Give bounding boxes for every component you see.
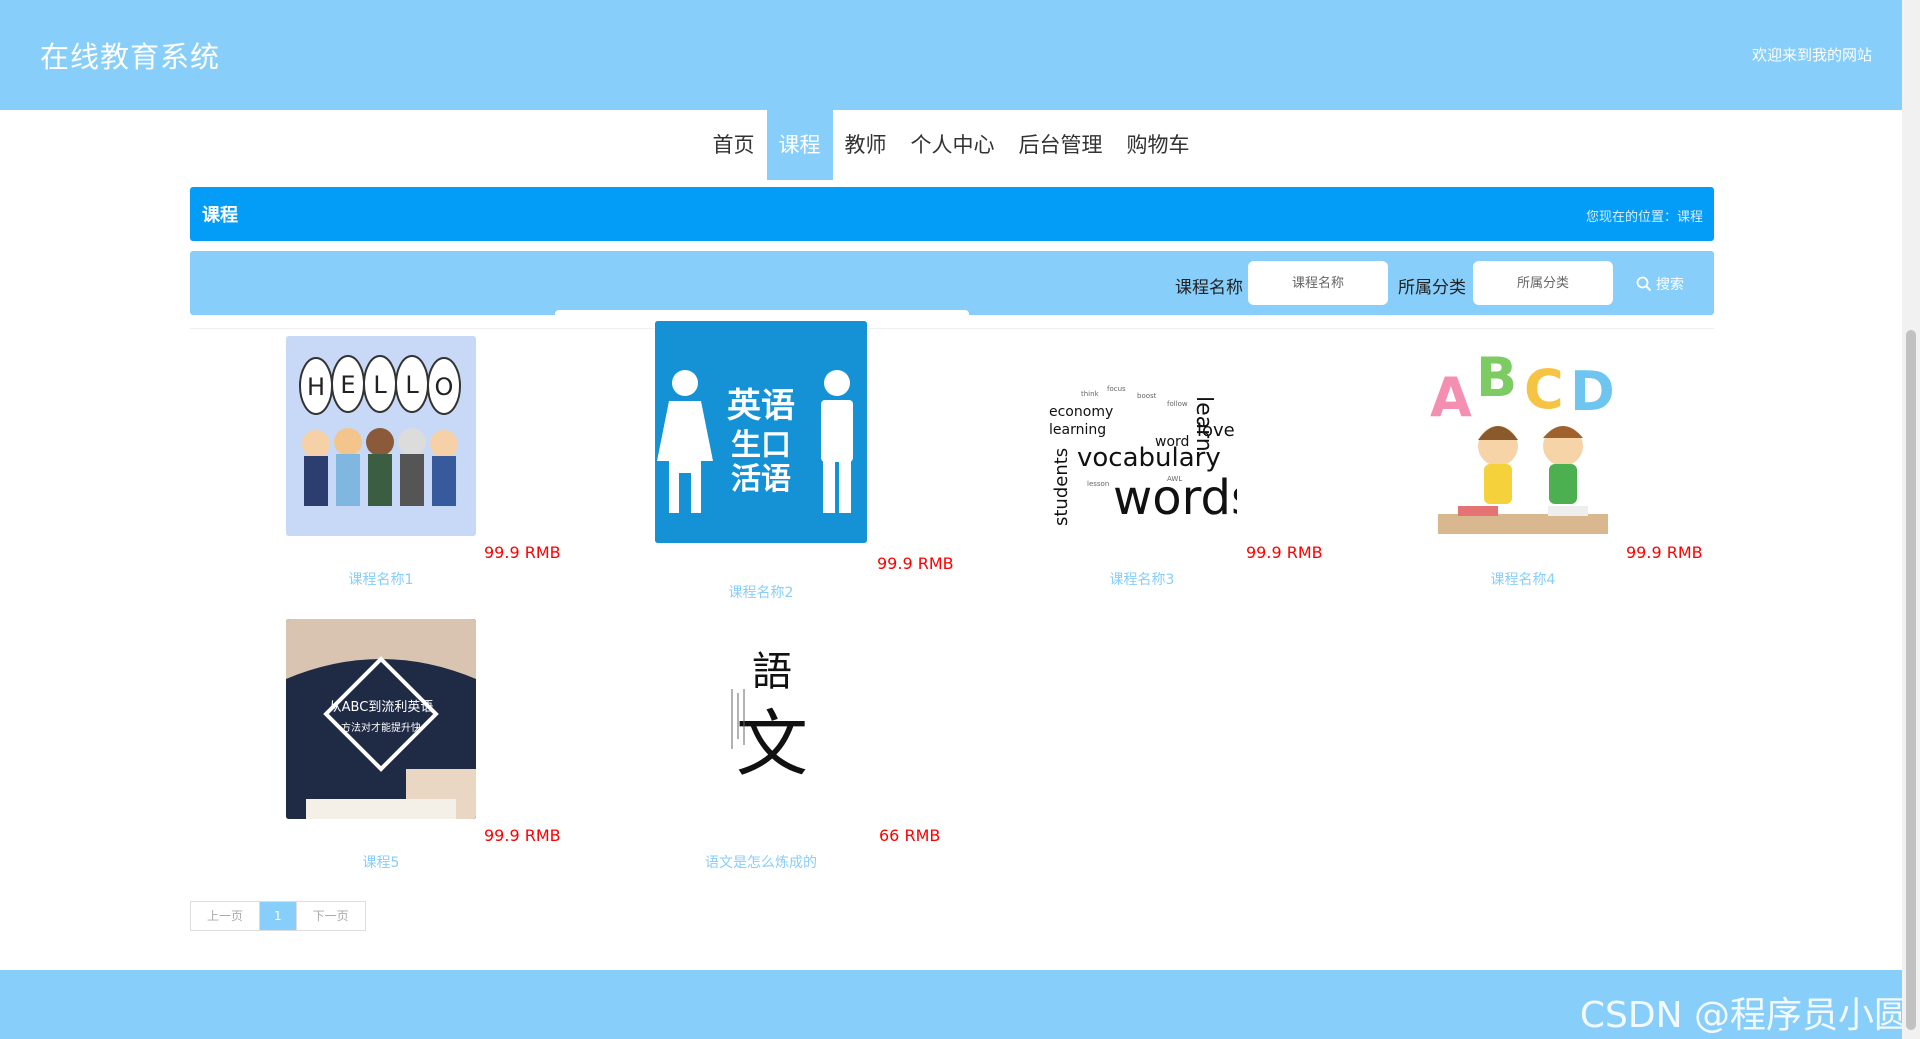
image-text: 方法对才能提升快 <box>341 721 421 734</box>
course-price: 99.9 RMB <box>1626 543 1703 562</box>
section-title: 课程 <box>202 205 238 226</box>
page-viewport: 在线教育系统 欢迎来到我的网站 首页 课程 教师 个人中心 后台管理 购物车 课程 您现在… <box>0 0 1902 1039</box>
course-name-input[interactable] <box>1248 261 1388 305</box>
english-study-photo: 从ABC到流利英语 方法对才能提升快 <box>286 619 476 819</box>
course-image[interactable]: A B C D <box>1428 336 1618 536</box>
nav-admin[interactable]: 后台管理 <box>1007 110 1115 180</box>
image-letter: O <box>435 373 454 401</box>
image-letter: L <box>405 371 419 399</box>
course-price: 99.9 RMB <box>877 554 954 573</box>
course-name[interactable]: 课程5 <box>286 852 476 872</box>
nav-teachers[interactable]: 教师 <box>833 110 899 180</box>
course-image[interactable]: 从ABC到流利英语 方法对才能提升快 <box>286 619 476 819</box>
svg-text:follow: follow <box>1167 400 1188 408</box>
svg-text:focus: focus <box>1107 385 1126 393</box>
search-bar: 课程名称 所属分类 搜索 <box>190 251 1714 315</box>
svg-text:AWL: AWL <box>1167 475 1182 483</box>
image-text: B <box>1476 346 1517 409</box>
search-icon <box>1636 276 1652 292</box>
scrollbar-thumb[interactable] <box>1906 330 1916 1030</box>
search-button-label: 搜索 <box>1656 277 1684 293</box>
svg-text:boost: boost <box>1137 392 1157 400</box>
image-text: 英语 <box>727 386 795 426</box>
watermark: CSDN @程序员小圆 <box>1579 995 1910 1036</box>
category-input[interactable] <box>1473 261 1613 305</box>
course-name[interactable]: 课程名称3 <box>1047 569 1237 589</box>
breadcrumb: 您现在的位置：课程 <box>1585 210 1703 225</box>
search-button[interactable]: 搜索 <box>1636 271 1684 297</box>
site-title[interactable]: 在线教育系统 <box>40 34 220 76</box>
welcome-text: 欢迎来到我的网站 <box>1751 46 1872 64</box>
hello-kids-illustration: H E L L O <box>286 336 476 536</box>
course-image[interactable]: economy learning vocabulary words word l… <box>1047 336 1237 536</box>
image-text: C <box>1524 358 1564 421</box>
image-letter: E <box>340 371 355 399</box>
image-text: learn <box>1191 396 1216 452</box>
calligraphy-illustration: 語 文 <box>666 619 856 819</box>
course-price: 99.9 RMB <box>484 826 561 845</box>
prev-page-button[interactable]: 上一页 <box>191 902 259 930</box>
breadcrumb-bar: 课程 您现在的位置：课程 <box>190 187 1714 241</box>
course-name[interactable]: 语文是怎么炼成的 <box>652 852 870 872</box>
course-name-label: 课程名称 <box>1175 278 1243 298</box>
image-text: students <box>1051 448 1072 526</box>
image-text: 从ABC到流利英语 <box>329 700 434 715</box>
main-nav: 首页 课程 教师 个人中心 后台管理 购物车 <box>0 110 1902 180</box>
next-page-button[interactable]: 下一页 <box>295 902 365 930</box>
word-cloud-illustration: economy learning vocabulary words word l… <box>1047 336 1237 536</box>
vertical-scrollbar[interactable] <box>1902 0 1920 1039</box>
image-letter: L <box>373 371 387 399</box>
nav-home[interactable]: 首页 <box>701 110 767 180</box>
image-text: 生口 <box>731 428 791 463</box>
image-text: 活语 <box>731 462 791 497</box>
pagination: 上一页 1 下一页 <box>190 901 366 931</box>
course-price: 99.9 RMB <box>484 543 561 562</box>
category-label: 所属分类 <box>1398 278 1466 298</box>
course-price: 99.9 RMB <box>1246 543 1323 562</box>
course-image[interactable]: H E L L O <box>286 336 476 536</box>
image-text: 語 <box>752 649 792 695</box>
course-name[interactable]: 课程名称2 <box>655 582 867 602</box>
image-text: 文 <box>736 702 808 786</box>
divider <box>190 328 1714 329</box>
course-price: 66 RMB <box>879 826 941 845</box>
nav-personal-center[interactable]: 个人中心 <box>899 110 1007 180</box>
image-text: A <box>1430 366 1472 429</box>
english-sign-illustration: 英语 生口 活语 <box>655 321 867 543</box>
nav-cart[interactable]: 购物车 <box>1115 110 1202 180</box>
svg-text:think: think <box>1081 390 1100 398</box>
site-header: 在线教育系统 欢迎来到我的网站 <box>0 0 1902 110</box>
course-name[interactable]: 课程名称4 <box>1428 569 1618 589</box>
course-image[interactable]: 語 文 <box>666 619 856 819</box>
abcd-kids-illustration: A B C D <box>1428 336 1618 536</box>
image-text: word <box>1155 434 1189 450</box>
svg-text:lesson: lesson <box>1087 480 1109 488</box>
course-image[interactable]: 英语 生口 活语 <box>655 321 867 543</box>
course-name[interactable]: 课程名称1 <box>286 569 476 589</box>
nav-courses[interactable]: 课程 <box>766 110 833 180</box>
image-letter: H <box>307 373 325 401</box>
image-text: economy <box>1049 404 1113 420</box>
image-text: learning <box>1049 422 1106 438</box>
page-1-button[interactable]: 1 <box>259 902 296 930</box>
image-text: D <box>1570 360 1615 423</box>
